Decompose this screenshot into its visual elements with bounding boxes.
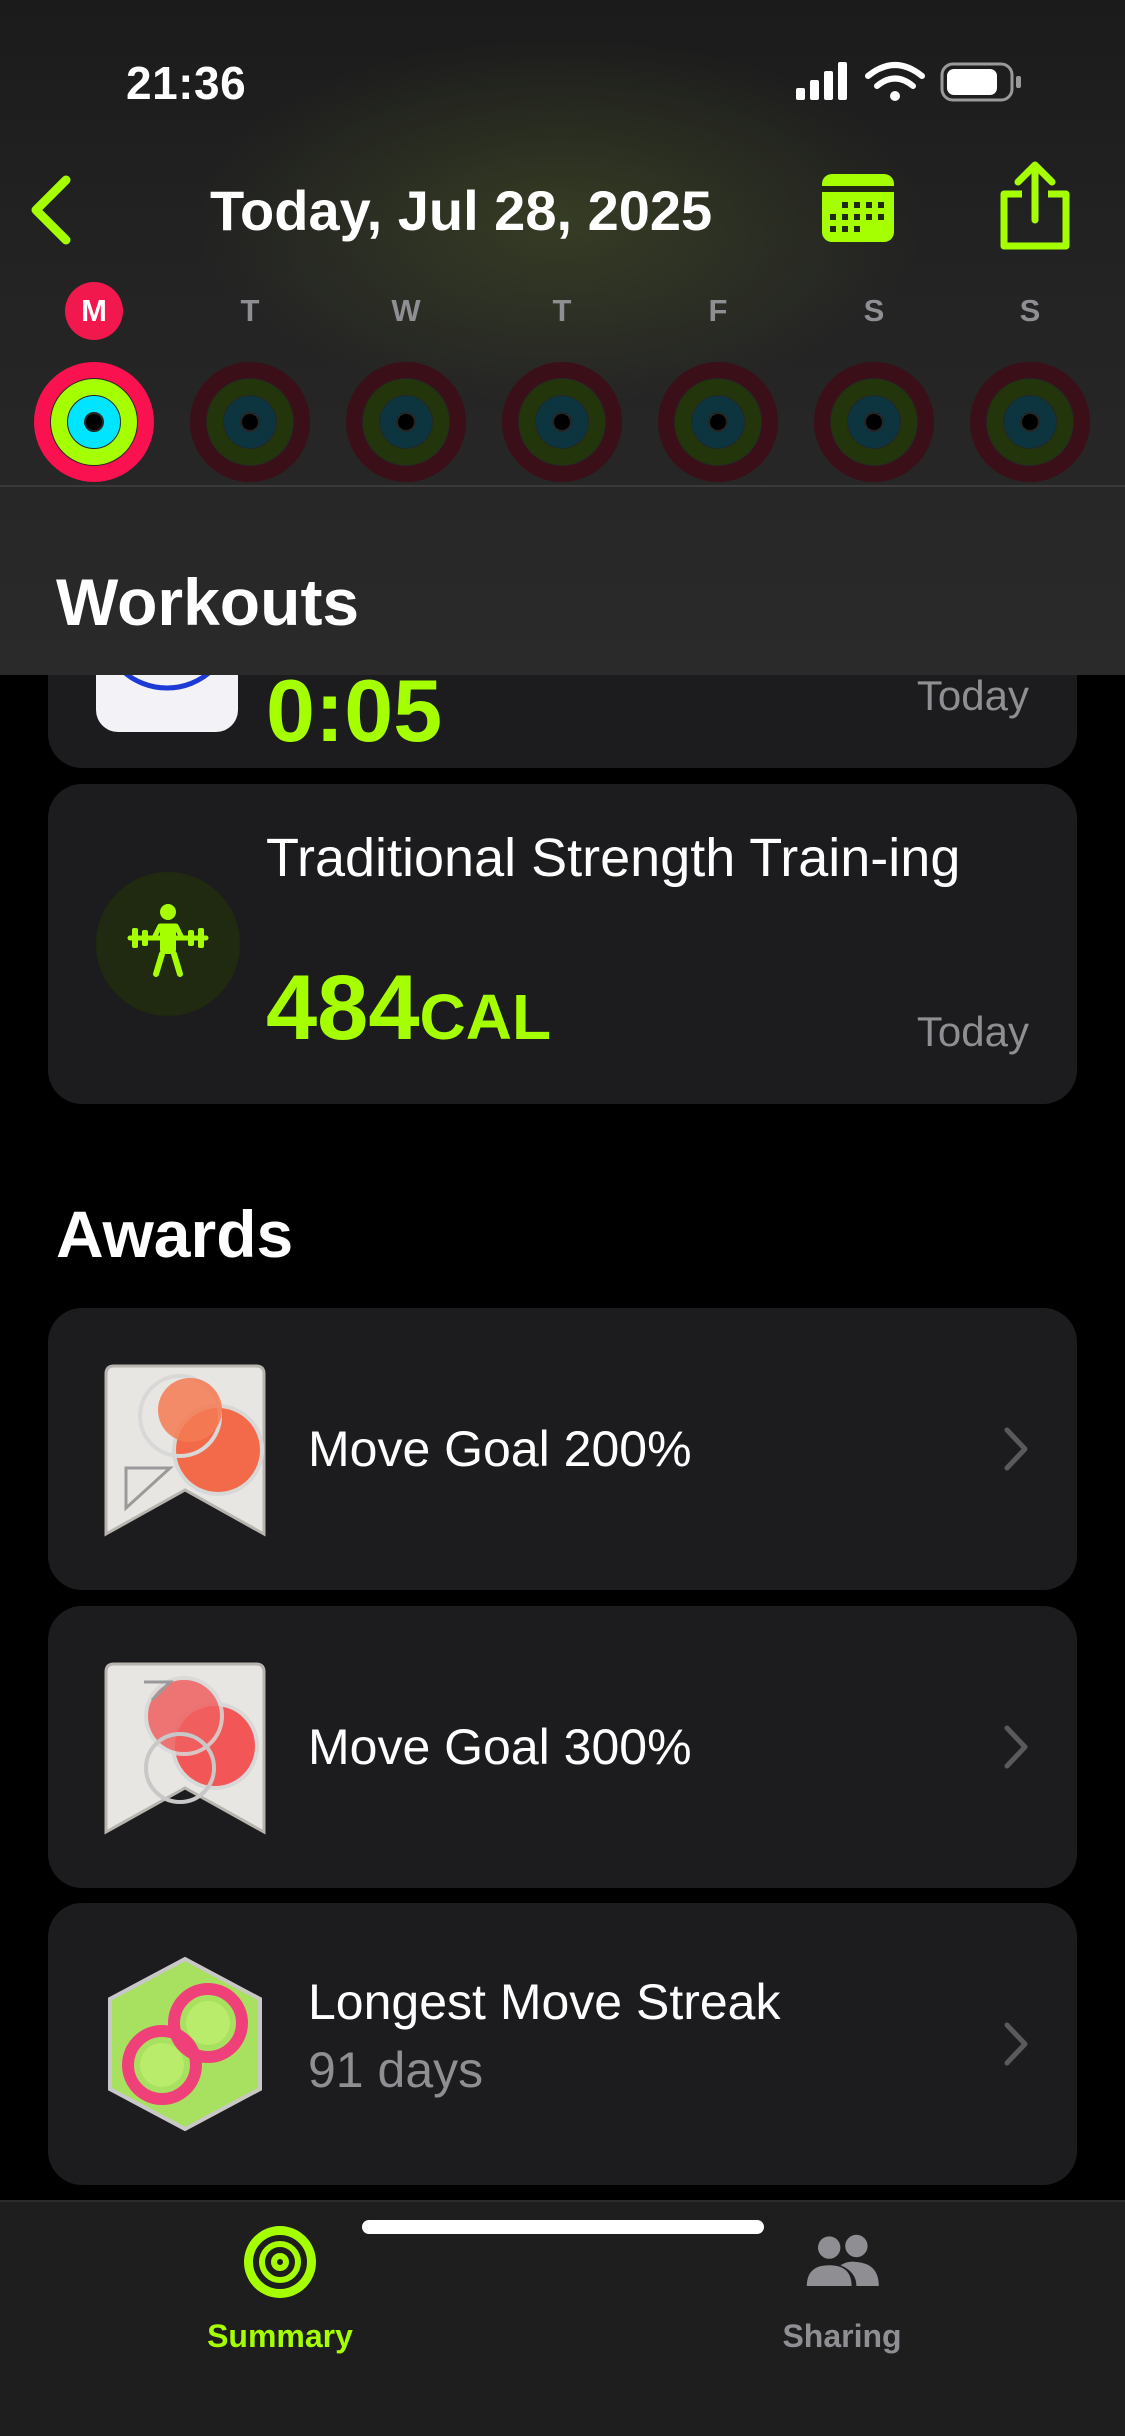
workout-date: Today — [916, 1008, 1029, 1055]
workout-calories-value: 484 — [266, 957, 420, 1059]
chevron-right-icon — [1004, 1427, 1028, 1471]
week-day-monday[interactable]: M — [32, 282, 156, 484]
home-indicator — [362, 2220, 764, 2234]
cellular-signal-icon — [796, 62, 847, 100]
day-letter: T — [552, 293, 572, 328]
move-goal-200-badge-icon — [100, 1358, 270, 1540]
week-strip: M T W T F S S — [0, 282, 1125, 482]
summary-header: 21:36 Today, Jul 28, 2025 M T W T F S S … — [0, 0, 1125, 675]
week-day-tuesday[interactable]: T — [188, 282, 312, 484]
page-title: Today, Jul 28, 2025 — [210, 179, 713, 242]
day-letter: T — [240, 293, 260, 328]
chevron-right-icon — [1004, 2022, 1028, 2066]
tab-summary[interactable]: Summary — [150, 2222, 410, 2355]
wifi-icon — [865, 62, 925, 89]
award-move-goal-300[interactable]: Move Goal 300% — [48, 1606, 1077, 1888]
workout-calories: 484CAL — [266, 962, 551, 1054]
award-subtitle: 91 days — [308, 2042, 484, 2098]
award-longest-move-streak[interactable]: Longest Move Streak 91 days — [48, 1903, 1077, 2185]
week-day-sunday[interactable]: S — [968, 282, 1092, 484]
week-day-thursday[interactable]: T — [500, 282, 624, 484]
award-title: Longest Move Streak — [308, 1974, 781, 2030]
chevron-right-icon — [1004, 1725, 1028, 1769]
activity-rings-icon — [346, 362, 466, 482]
header-divider — [0, 485, 1125, 487]
week-day-saturday[interactable]: S — [812, 282, 936, 484]
activity-rings-icon — [244, 2226, 316, 2298]
tab-bar: Summary Sharing — [0, 2200, 1125, 2436]
battery-icon — [940, 62, 1021, 102]
activity-rings-icon — [970, 362, 1090, 482]
week-day-wednesday[interactable]: W — [344, 282, 468, 484]
move-goal-300-badge-icon — [100, 1656, 270, 1838]
tab-sharing[interactable]: Sharing — [712, 2222, 972, 2355]
week-day-friday[interactable]: F — [656, 282, 780, 484]
workout-date: Today — [916, 672, 1029, 719]
activity-rings-icon — [814, 362, 934, 482]
workout-calories-unit: CAL — [419, 981, 552, 1053]
workout-title: Traditional Strength Train-ing — [266, 828, 961, 888]
award-title: Move Goal 300% — [308, 1719, 692, 1775]
tab-label: Sharing — [782, 2318, 902, 2354]
back-chevron-icon[interactable] — [22, 170, 82, 250]
activity-rings-icon — [190, 362, 310, 482]
day-letter: M — [65, 282, 123, 340]
calendar-icon[interactable] — [820, 172, 896, 244]
day-letter: S — [863, 293, 885, 328]
status-icons — [796, 62, 1021, 102]
award-title: Move Goal 200% — [308, 1421, 692, 1477]
awards-section-title: Awards — [56, 1197, 294, 1271]
workout-card-strength[interactable]: Traditional Strength Train-ing 484CAL To… — [48, 784, 1077, 1104]
activity-rings-icon — [502, 362, 622, 482]
people-icon — [806, 2234, 879, 2286]
activity-rings-icon — [34, 362, 154, 482]
workouts-section-title: Workouts — [56, 565, 360, 639]
day-letter: F — [708, 293, 728, 328]
move-streak-badge-icon — [100, 1953, 270, 2135]
share-icon[interactable] — [996, 160, 1074, 250]
workout-duration: 0:05 — [266, 661, 443, 760]
day-letter: S — [1019, 293, 1041, 328]
activity-rings-icon — [658, 362, 778, 482]
strength-training-icon — [96, 872, 240, 1016]
award-move-goal-200[interactable]: Move Goal 200% — [48, 1308, 1077, 1590]
day-letter: W — [391, 293, 421, 328]
tab-label: Summary — [207, 2318, 353, 2354]
status-time: 21:36 — [126, 57, 247, 109]
